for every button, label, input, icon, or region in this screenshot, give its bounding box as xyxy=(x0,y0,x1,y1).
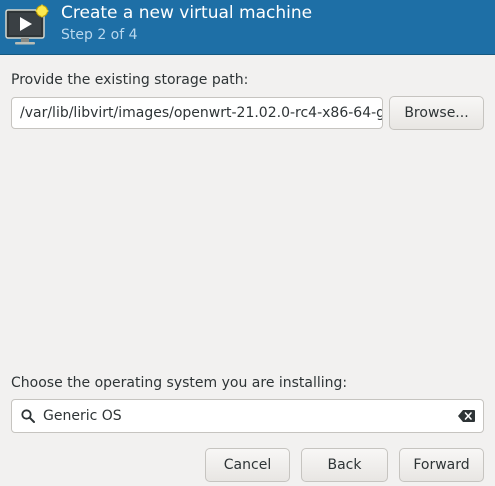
vm-monitor-play-icon xyxy=(5,4,49,45)
dialog-title: Create a new virtual machine xyxy=(61,3,313,23)
search-icon xyxy=(21,409,35,423)
step-indicator: Step 2 of 4 xyxy=(61,27,138,43)
os-search-field[interactable]: Generic OS xyxy=(11,399,484,433)
dialog-header: Create a new virtual machine Step 2 of 4 xyxy=(0,0,495,55)
os-search-value: Generic OS xyxy=(43,408,122,424)
forward-button[interactable]: Forward xyxy=(399,448,484,482)
browse-button[interactable]: Browse... xyxy=(389,96,484,130)
cancel-button[interactable]: Cancel xyxy=(205,448,290,482)
clear-icon[interactable] xyxy=(458,410,475,422)
back-button[interactable]: Back xyxy=(301,448,388,482)
storage-path-label: Provide the existing storage path: xyxy=(11,72,249,88)
storage-path-input[interactable]: /var/lib/libvirt/images/openwrt-21.02.0-… xyxy=(11,97,383,129)
new-vm-dialog: Create a new virtual machine Step 2 of 4… xyxy=(0,0,495,486)
os-choice-label: Choose the operating system you are inst… xyxy=(11,375,348,391)
